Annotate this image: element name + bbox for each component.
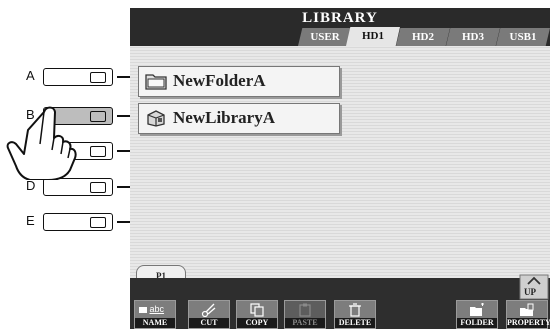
- folder-icon: [145, 74, 167, 90]
- cut-button[interactable]: CUT: [188, 300, 230, 329]
- property-button-label: PROPERTY: [507, 318, 550, 328]
- side-button-e[interactable]: E: [20, 212, 140, 232]
- side-button-label: A: [26, 68, 35, 83]
- file-item-name: NewFolderA: [173, 71, 266, 90]
- folder-button[interactable]: FOLDER: [456, 300, 498, 329]
- screen-title: LIBRARY: [302, 10, 378, 26]
- file-item-newfoldera[interactable]: NewFolderA: [138, 66, 340, 97]
- trash-icon: [349, 303, 361, 317]
- button-body: [43, 68, 113, 86]
- file-item-newlibrarya[interactable]: NewLibraryA: [138, 103, 340, 134]
- button-body: [43, 178, 113, 196]
- copy-button[interactable]: COPY: [236, 300, 278, 329]
- property-icon: [520, 303, 534, 316]
- side-button-a[interactable]: A: [20, 67, 140, 87]
- delete-button[interactable]: DELETE: [334, 300, 376, 329]
- library-screen: LIBRARY USER HD1 HD2 HD3 USB1 NewFolderA…: [130, 8, 550, 329]
- property-button[interactable]: PROPERTY: [506, 300, 550, 329]
- library-icon: [147, 110, 165, 127]
- cut-button-label: CUT: [189, 318, 229, 328]
- name-abc-icon: abc: [139, 304, 171, 318]
- side-button-label: D: [26, 178, 36, 193]
- copy-icon: [250, 303, 264, 317]
- tab-usb1[interactable]: USB1: [496, 28, 550, 46]
- tab-hd1[interactable]: HD1: [346, 27, 400, 46]
- pressing-hand-icon: [6, 106, 77, 180]
- copy-button-label: COPY: [237, 318, 277, 328]
- button-body: [43, 213, 113, 231]
- scissors-icon: [201, 303, 216, 317]
- paste-icon: [299, 303, 311, 317]
- file-item-name: NewLibraryA: [173, 108, 275, 127]
- side-button-d[interactable]: D: [20, 177, 140, 197]
- paste-button-label: PASTE: [285, 318, 325, 328]
- function-bar: abc NAME CUT COPY PASTE DELETE FOLDER PR…: [130, 278, 550, 329]
- delete-button-label: DELETE: [335, 318, 375, 328]
- file-list-area: NewFolderA NewLibraryA: [130, 46, 550, 298]
- folder-button-label: FOLDER: [457, 318, 497, 328]
- tab-hd2[interactable]: HD2: [396, 28, 450, 46]
- side-button-label: E: [26, 213, 35, 228]
- new-folder-icon: [470, 303, 484, 316]
- tab-user[interactable]: USER: [298, 28, 352, 46]
- up-button[interactable]: UP: [518, 273, 550, 301]
- title-bar: LIBRARY USER HD1 HD2 HD3 USB1: [130, 8, 550, 46]
- paste-button[interactable]: PASTE: [284, 300, 326, 329]
- tab-hd3[interactable]: HD3: [446, 28, 500, 46]
- name-button[interactable]: abc NAME: [134, 300, 176, 329]
- up-button-label: UP: [524, 287, 536, 297]
- name-button-label: NAME: [135, 318, 175, 328]
